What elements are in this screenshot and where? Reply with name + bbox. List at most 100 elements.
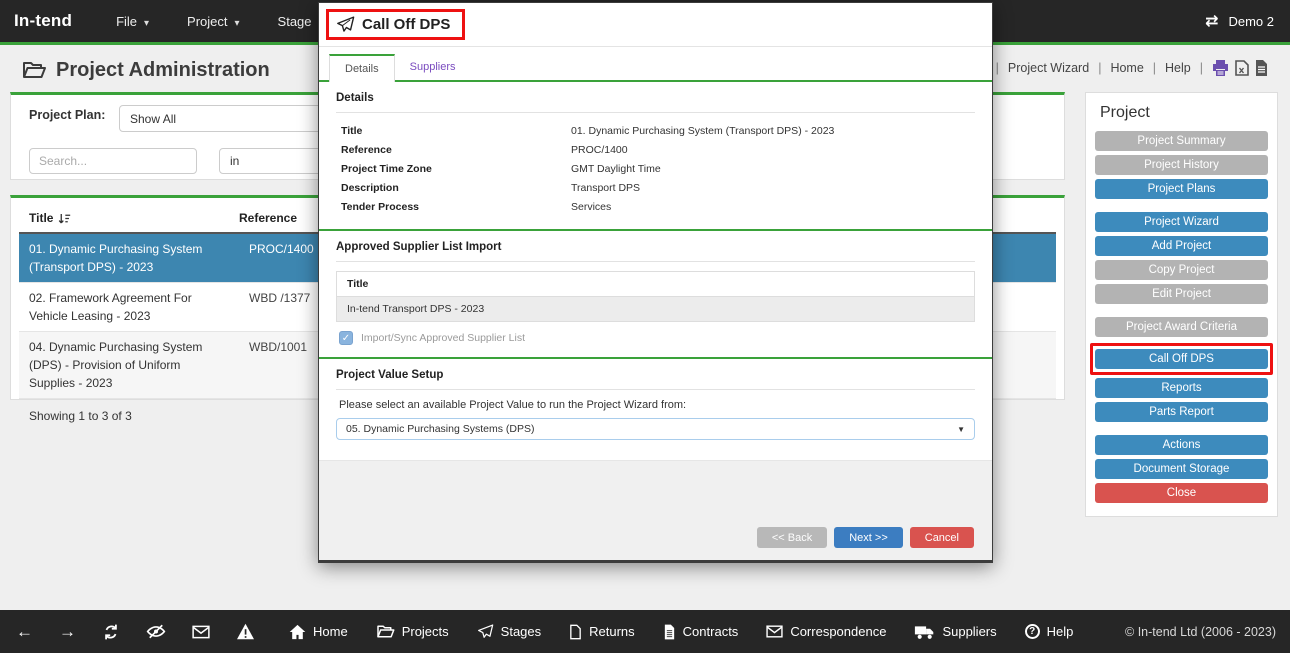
sidebar-button-call-off-dps[interactable]: Call Off DPS [1095,349,1268,369]
tab-details[interactable]: Details [329,54,395,82]
link-project-wizard[interactable]: Project Wizard [1008,61,1089,75]
folder-icon [376,624,395,639]
field-value: PROC/1400 [571,141,628,160]
field-value: Services [571,198,611,217]
envelope-icon[interactable] [192,625,210,639]
sidebar-button-close[interactable]: Close [1095,483,1268,503]
project-value-select[interactable]: 05. Dynamic Purchasing Systems (DPS) ▼ [336,418,975,440]
column-title[interactable]: Title [29,211,239,225]
swap-arrows-icon[interactable]: ⇄ [1205,11,1218,31]
chevron-down-icon: ▼ [957,425,965,434]
field-label: Title [336,122,571,141]
field-row: Reference PROC/1400 [336,141,975,160]
app-window: In-tend File Project Stage Contracts ⇄ D… [0,0,1290,653]
page-title: Project Administration [56,59,270,82]
details-fields: Title 01. Dynamic Purchasing System (Tra… [336,113,975,217]
field-value: 01. Dynamic Purchasing System (Transport… [571,122,834,141]
field-label: Description [336,179,571,198]
truck-icon [914,624,935,640]
modal-footer: << Back Next >> Cancel [319,460,992,560]
sidebar-buttons: Project Summary Project History Project … [1086,131,1277,507]
page-icon [569,624,582,640]
divider [1150,61,1159,75]
next-button[interactable]: Next >> [834,527,903,548]
supplier-import-heading: Approved Supplier List Import [336,241,975,262]
warning-icon[interactable] [236,623,255,640]
project-sidebar: Project Project Summary Project History … [1085,92,1278,517]
menu-project[interactable]: Project [173,14,254,29]
modal-buttons: << Back Next >> Cancel [757,527,974,548]
sidebar-button-actions[interactable]: Actions [1095,435,1268,455]
sidebar-button-project-plans[interactable]: Project Plans [1095,179,1268,199]
field-label: Project Time Zone [336,160,571,179]
nav-returns[interactable]: Returns [569,624,635,640]
import-sync-checkbox[interactable] [339,331,353,345]
search-input[interactable] [29,148,197,174]
help-icon [1025,624,1040,639]
bottom-nav-bar: ← → Home Projects [0,610,1290,653]
sidebar-button-project-wizard[interactable]: Project Wizard [1095,212,1268,232]
sidebar-button-edit-project[interactable]: Edit Project [1095,284,1268,304]
nav-home[interactable]: Home [289,624,348,640]
details-heading: Details [336,92,975,113]
nav-suppliers[interactable]: Suppliers [914,624,996,640]
cancel-button[interactable]: Cancel [910,527,974,548]
copyright-text: © In-tend Ltd (2006 - 2023) [1125,625,1276,639]
row-title: 04. Dynamic Purchasing System (DPS) - Pr… [19,332,239,398]
sidebar-button-project-summary[interactable]: Project Summary [1095,131,1268,151]
field-row: Project Time Zone GMT Daylight Time [336,160,975,179]
printer-icon[interactable] [1212,60,1229,76]
user-label: Demo 2 [1228,14,1274,29]
sidebar-button-parts-report[interactable]: Parts Report [1095,402,1268,422]
supplier-table-value[interactable]: In-tend Transport DPS - 2023 [337,297,974,321]
field-label: Tender Process [336,198,571,217]
back-icon[interactable]: ← [16,622,33,642]
sidebar-button-reports[interactable]: Reports [1095,378,1268,398]
app-brand: In-tend [14,11,72,31]
sidebar-title: Project [1086,93,1277,131]
home-icon [289,624,306,640]
bottom-nav-items: Home Projects Stages Returns Contracts C… [289,624,1073,640]
field-label: Reference [336,141,571,160]
sidebar-button-document-storage[interactable]: Document Storage [1095,459,1268,479]
modal-tabs: Details Suppliers [319,47,992,82]
field-value: Transport DPS [571,179,640,198]
modal-body: Details Title 01. Dynamic Purchasing Sys… [319,82,992,560]
page-title-wrap: Project Administration [22,59,270,82]
nav-contracts[interactable]: Contracts [663,624,739,640]
field-value: GMT Daylight Time [571,160,661,179]
sort-icon[interactable] [58,212,71,225]
eye-slash-icon[interactable] [146,623,166,640]
link-help[interactable]: Help [1165,61,1191,75]
contract-doc-icon [663,624,676,640]
field-row: Tender Process Services [336,198,975,217]
paper-plane-icon [336,16,355,33]
sidebar-button-add-project[interactable]: Add Project [1095,236,1268,256]
nav-stages[interactable]: Stages [477,624,541,639]
link-home[interactable]: Home [1110,61,1143,75]
nav-help[interactable]: Help [1025,624,1074,639]
tab-suppliers[interactable]: Suppliers [395,54,471,80]
document-icon[interactable] [1255,60,1268,76]
sidebar-button-copy-project[interactable]: Copy Project [1095,260,1268,280]
nav-correspondence[interactable]: Correspondence [766,624,886,639]
import-sync-row: Import/Sync Approved Supplier List [336,331,975,345]
envelope-icon [766,625,783,638]
excel-document-icon[interactable] [1235,60,1249,76]
divider [1095,61,1104,75]
nav-projects[interactable]: Projects [376,624,449,639]
sidebar-button-project-award-criteria[interactable]: Project Award Criteria [1095,317,1268,337]
user-area[interactable]: ⇄ Demo 2 [1205,11,1274,31]
supplier-table-header: Title [337,272,974,297]
divider [993,61,1002,75]
supplier-list-table: Title In-tend Transport DPS - 2023 [336,271,975,322]
modal-title: Call Off DPS [362,16,450,33]
project-plan-label: Project Plan: [29,107,109,123]
sidebar-button-project-history[interactable]: Project History [1095,155,1268,175]
modal-title-highlight-box: Call Off DPS [326,9,465,40]
forward-icon[interactable]: → [59,622,76,642]
menu-file[interactable]: File [102,14,163,29]
refresh-icon[interactable] [102,623,120,641]
divider [1197,61,1206,75]
back-button[interactable]: << Back [757,527,827,548]
